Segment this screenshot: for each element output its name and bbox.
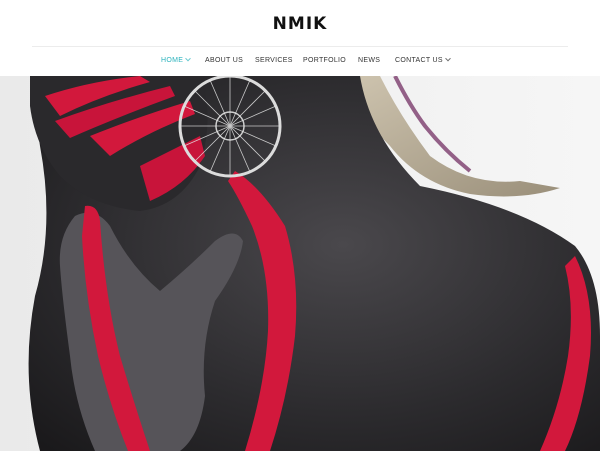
site-logo[interactable]: NMIK <box>0 13 600 35</box>
header-divider <box>32 46 568 47</box>
nav-item-services[interactable]: SERVICES <box>255 54 293 68</box>
nav-item-news[interactable]: NEWS <box>358 54 380 68</box>
nav-item-news-label: NEWS <box>358 57 381 64</box>
nav-item-about-us-label: ABOUT US <box>205 57 244 64</box>
nav-item-home[interactable]: HOME <box>161 54 192 68</box>
earring-threads <box>180 76 280 176</box>
nav-item-home-label: HOME <box>161 57 184 64</box>
nav-item-portfolio[interactable]: PORTFOLIO <box>303 54 346 68</box>
main-nav: HOME ABOUT US SERVICES PORTFOLIO NEWS CO… <box>0 54 600 68</box>
chevron-down-icon <box>445 55 451 62</box>
nav-item-services-label: SERVICES <box>255 57 293 64</box>
hero-image <box>0 76 600 451</box>
site-header: NMIK HOME ABOUT US SERVICES PORTFOLIO NE… <box>0 0 600 76</box>
nav-item-contact-us[interactable]: CONTACT US <box>395 54 451 68</box>
chevron-down-icon <box>185 55 192 62</box>
nav-item-about-us[interactable]: ABOUT US <box>205 54 243 68</box>
hero-illustration <box>0 76 600 451</box>
nav-item-contact-us-label: CONTACT US <box>395 57 443 64</box>
nav-item-portfolio-label: PORTFOLIO <box>303 57 347 64</box>
